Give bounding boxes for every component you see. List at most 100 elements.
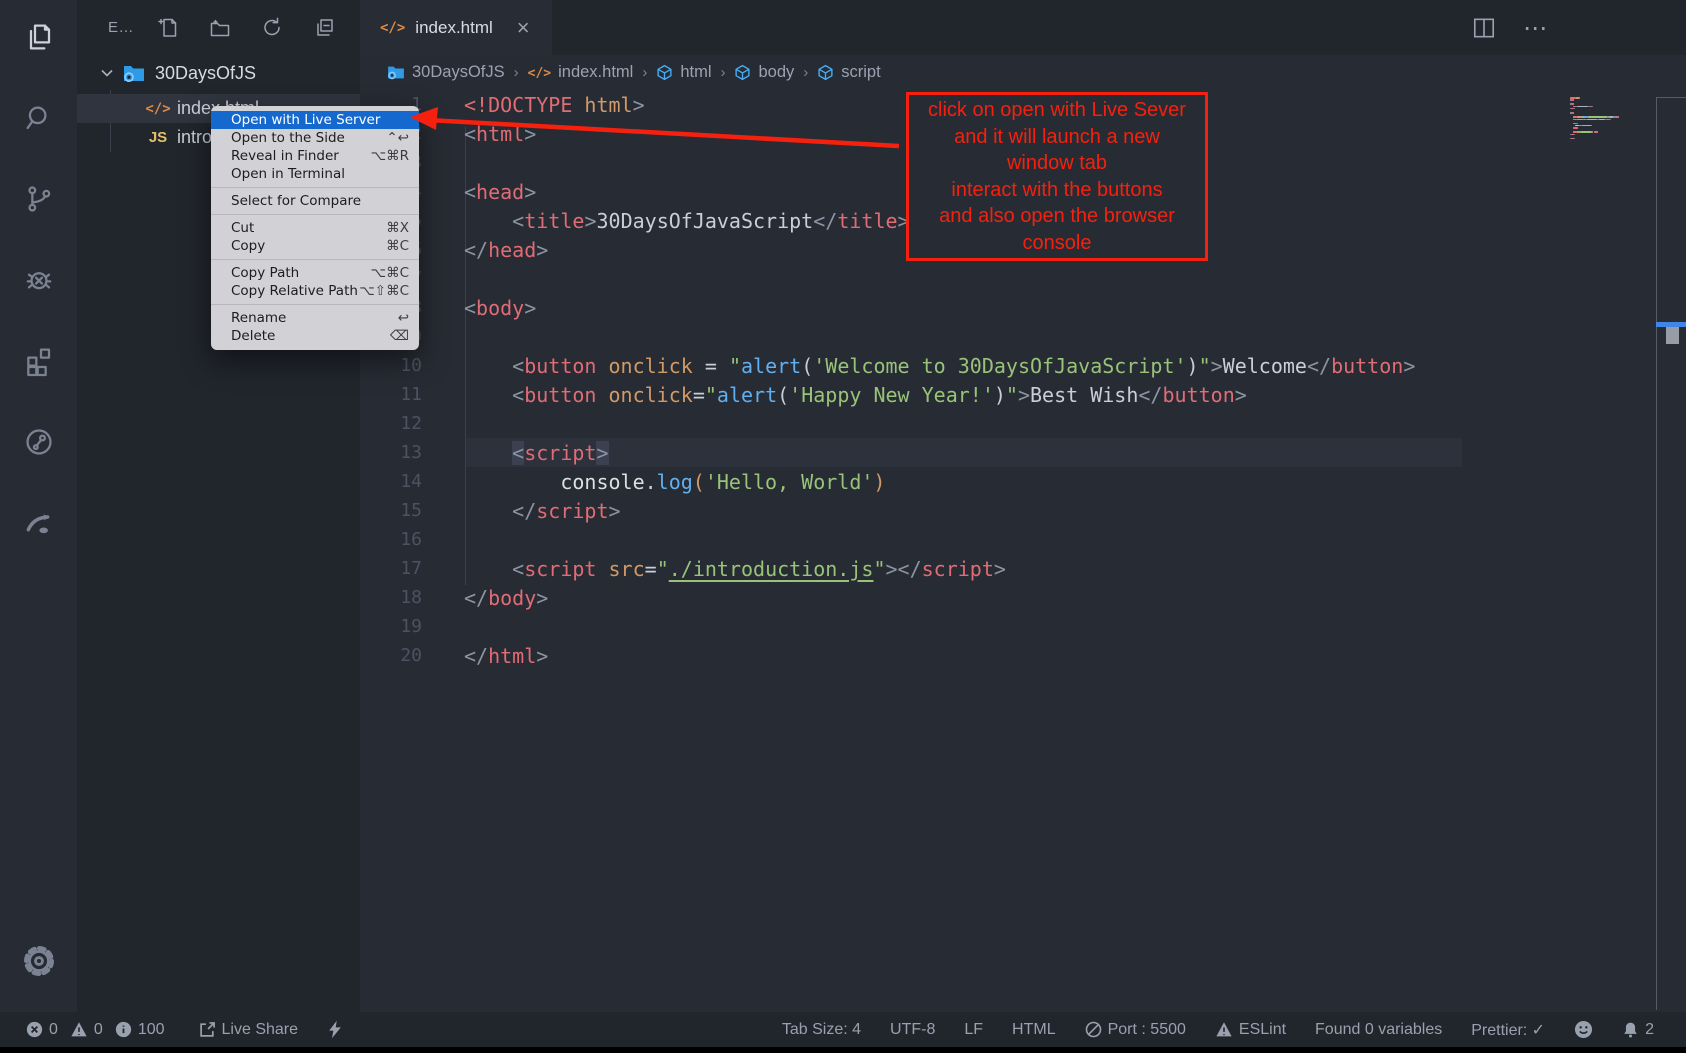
code-text: <button onclick="alert('Happy New Year!'…: [464, 383, 1247, 407]
menu-item-open-in-terminal[interactable]: Open in Terminal: [211, 165, 419, 183]
live-server-icon[interactable]: [20, 504, 58, 542]
breadcrumb-separator: ›: [803, 64, 808, 81]
breadcrumb-item-30DaysOfJS[interactable]: 30DaysOfJS: [387, 63, 505, 82]
breadcrumb-item-script[interactable]: script: [817, 63, 880, 82]
line-number: 15: [360, 500, 422, 521]
menu-item-rename[interactable]: Rename↩: [211, 309, 419, 327]
more-actions-icon[interactable]: ⋯: [1523, 14, 1548, 42]
live-share-status[interactable]: Live Share: [199, 1021, 299, 1039]
feedback-smiley-icon[interactable]: [1574, 1020, 1593, 1039]
breadcrumb: 30DaysOfJS›</>index.html›html›body›scrip…: [360, 55, 1686, 90]
code-line-9[interactable]: 9: [360, 322, 1686, 351]
vscode-window: E… 30: [0, 0, 1686, 1053]
code-line-19[interactable]: 19: [360, 612, 1686, 641]
live-share-label: Live Share: [222, 1021, 299, 1039]
menu-item-copy-path[interactable]: Copy Path⌥⌘C: [211, 264, 419, 282]
breadcrumb-item-index.html[interactable]: </>index.html: [528, 63, 634, 82]
annotation-line: and it will launch a new: [909, 124, 1205, 151]
scrollbar-thumb[interactable]: [1666, 327, 1679, 344]
cube-icon: [656, 64, 673, 81]
code-text: console.log('Hello, World'): [464, 470, 885, 494]
line-number: 19: [360, 616, 422, 637]
code-line-20[interactable]: 20</html>: [360, 641, 1686, 670]
tree-root-folder[interactable]: 30DaysOfJS: [77, 58, 360, 88]
code-line-11[interactable]: 11 <button onclick="alert('Happy New Yea…: [360, 380, 1686, 409]
notifications-bell[interactable]: 2: [1622, 1021, 1654, 1039]
menu-item-open-to-the-side[interactable]: Open to the Side⌃↩: [211, 129, 419, 147]
tab-index-html[interactable]: </> index.html ×: [360, 0, 552, 55]
overview-ruler-divider: [1656, 97, 1657, 1010]
menu-item-open-with-live-server[interactable]: Open with Live Server: [211, 111, 419, 129]
menu-item-reveal-in-finder[interactable]: Reveal in Finder⌥⌘R: [211, 147, 419, 165]
run-debug-icon[interactable]: [20, 261, 58, 299]
new-file-icon[interactable]: [156, 16, 180, 40]
tab-size-status[interactable]: Tab Size: 4: [782, 1021, 861, 1039]
warning-count: 0: [94, 1021, 103, 1039]
annotation-line: click on open with Live Sever: [909, 97, 1205, 124]
refresh-explorer-icon[interactable]: [260, 16, 284, 40]
menu-item-delete[interactable]: Delete⌫: [211, 327, 419, 345]
code-line-13[interactable]: 13 <script>: [360, 438, 1686, 467]
code-text: <html>: [464, 122, 536, 146]
notification-count: 2: [1645, 1021, 1654, 1039]
eol-status[interactable]: LF: [964, 1021, 983, 1039]
menu-item-copy-relative-path[interactable]: Copy Relative Path⌥⇧⌘C: [211, 282, 419, 300]
code-line-18[interactable]: 18</body>: [360, 583, 1686, 612]
code-line-10[interactable]: 10 <button onclick = "alert('Welcome to …: [360, 351, 1686, 380]
breadcrumb-separator: ›: [720, 64, 725, 81]
variables-status[interactable]: Found 0 variables: [1315, 1021, 1442, 1039]
code-line-17[interactable]: 17 <script src="./introduction.js"></scr…: [360, 554, 1686, 583]
new-folder-icon[interactable]: [208, 16, 232, 40]
explorer-header: E…: [77, 0, 360, 55]
code-line-8[interactable]: 8<body>: [360, 293, 1686, 322]
collapse-folders-icon[interactable]: [312, 16, 336, 40]
split-editor-icon[interactable]: [1471, 15, 1497, 41]
language-status[interactable]: HTML: [1012, 1021, 1056, 1039]
prettier-status[interactable]: Prettier: ✓: [1471, 1020, 1545, 1040]
live-share-icon[interactable]: [20, 423, 58, 461]
code-line-12[interactable]: 12: [360, 409, 1686, 438]
activity-bar: [0, 0, 77, 1012]
error-count: 0: [49, 1021, 58, 1039]
menu-separator: [211, 259, 419, 260]
menu-separator: [211, 214, 419, 215]
menu-item-select-for-compare[interactable]: Select for Compare: [211, 192, 419, 210]
annotation-line: console: [909, 230, 1205, 257]
code-line-15[interactable]: 15 </script>: [360, 496, 1686, 525]
code-text: <script>: [464, 441, 609, 465]
menu-separator: [211, 187, 419, 188]
breadcrumb-separator: ›: [642, 64, 647, 81]
html-file-icon: </>: [145, 101, 171, 117]
line-number: 17: [360, 558, 422, 579]
search-icon[interactable]: [20, 99, 58, 137]
status-bar: 0 0 100 Live Share Tab Size: 4 UTF-8 LF …: [0, 1012, 1686, 1047]
extensions-icon[interactable]: [20, 342, 58, 380]
chevron-down-icon: [100, 68, 114, 78]
code-line-14[interactable]: 14 console.log('Hello, World'): [360, 467, 1686, 496]
bolt-status-icon[interactable]: [328, 1020, 342, 1039]
explorer-icon[interactable]: [20, 18, 58, 56]
context-menu: Open with Live ServerOpen to the Side⌃↩R…: [211, 106, 419, 350]
port-status[interactable]: Port : 5500: [1085, 1021, 1186, 1039]
cube-icon: [817, 64, 834, 81]
code-line-16[interactable]: 16: [360, 525, 1686, 554]
eslint-status[interactable]: ESLint: [1215, 1021, 1286, 1039]
line-number: 12: [360, 413, 422, 434]
code-line-7[interactable]: 7: [360, 264, 1686, 293]
overview-ruler-border: [1656, 97, 1686, 98]
breadcrumb-item-body[interactable]: body: [734, 63, 794, 82]
tab-bar: </> index.html × ⋯: [360, 0, 1686, 55]
menu-item-copy[interactable]: Copy⌘C: [211, 237, 419, 255]
line-number: 16: [360, 529, 422, 550]
minimap[interactable]: [1570, 97, 1656, 237]
close-tab-icon[interactable]: ×: [517, 17, 530, 39]
folder-icon: [123, 64, 145, 83]
menu-item-cut[interactable]: Cut⌘X: [211, 219, 419, 237]
problems-status[interactable]: 0 0 100: [26, 1021, 165, 1039]
settings-gear-icon[interactable]: [0, 942, 77, 980]
breadcrumb-item-html[interactable]: html: [656, 63, 711, 82]
source-control-icon[interactable]: [20, 180, 58, 218]
encoding-status[interactable]: UTF-8: [890, 1021, 935, 1039]
annotation-note: click on open with Live Severand it will…: [906, 92, 1208, 261]
menu-separator: [211, 304, 419, 305]
